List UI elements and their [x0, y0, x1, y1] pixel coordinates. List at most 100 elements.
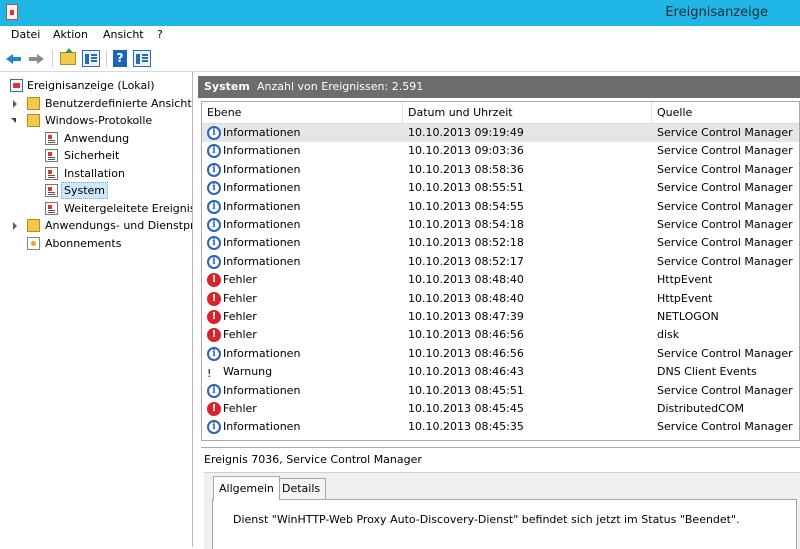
cell-datetime: 10.10.2013 08:55:51: [408, 181, 524, 195]
cell-level: Informationen: [223, 420, 301, 434]
menu-ansicht[interactable]: Ansicht: [103, 28, 144, 41]
table-row[interactable]: ! Warnung 10.10.2013 08:46:43 DNS Client Ev…: [202, 363, 799, 381]
table-row[interactable]: i Informationen 10.10.2013 08:45:51 Service…: [202, 382, 799, 400]
subscription-icon: [27, 237, 40, 250]
cell-source: Service Control Manager: [657, 236, 793, 250]
toolbar-separator: [106, 50, 107, 67]
cell-level: Informationen: [223, 218, 301, 231]
table-row[interactable]: i Informationen 10.10.2013 09:19:49 Service…: [202, 124, 799, 142]
cell-datetime: 10.10.2013 08:52:18: [408, 236, 524, 250]
tree-label: Anwendung: [64, 132, 130, 145]
tree-label: Windows-Protokolle: [45, 114, 153, 127]
cell-datetime: 10.10.2013 08:54:55: [408, 199, 524, 213]
cell-source: Service Control Manager: [657, 199, 793, 213]
menu-datei[interactable]: Datei: [11, 28, 40, 41]
cell-datetime: 10.10.2013 08:45:45: [408, 402, 524, 415]
up-folder-icon[interactable]: [60, 48, 76, 65]
error-icon: !: [207, 402, 221, 416]
tree-item-installation[interactable]: Installation: [0, 165, 192, 182]
back-arrow-icon[interactable]: [5, 50, 23, 67]
table-row[interactable]: ! Fehler 10.10.2013 08:45:45 DistributedCOM: [202, 400, 799, 418]
log-header-bar: System Anzahl von Ereignissen: 2.591: [198, 76, 800, 98]
menu-help[interactable]: ?: [157, 28, 163, 41]
event-count: Anzahl von Ereignissen: 2.591: [257, 80, 424, 93]
cell-source: Service Control Manager: [657, 218, 793, 231]
event-details-pane: Ereignis 7036, Service Control Manager A…: [201, 447, 800, 549]
event-list-header: Ebene Datum und Uhrzeit Quelle: [202, 102, 799, 124]
show-hide-action-pane-icon[interactable]: [133, 50, 151, 67]
cell-level: Informationen: [223, 383, 301, 397]
cell-source: Service Control Manager: [657, 126, 793, 139]
table-row[interactable]: i Informationen 10.10.2013 09:03:36 Service…: [202, 142, 799, 160]
cell-level: Informationen: [223, 126, 301, 139]
tree-item-sicherheit[interactable]: Sicherheit: [0, 147, 192, 164]
table-row[interactable]: i Informationen 10.10.2013 08:45:35 Service…: [202, 418, 799, 436]
table-row[interactable]: i Informationen 10.10.2013 08:52:18 Service…: [202, 234, 799, 252]
cell-source: NETLOGON: [657, 310, 719, 323]
table-row[interactable]: i Informationen 10.10.2013 08:46:56 Service…: [202, 345, 799, 363]
info-icon: i: [207, 254, 221, 269]
log-icon: [45, 149, 58, 162]
event-description-box[interactable]: Dienst "WinHTTP-Web Proxy Auto-Discovery…: [212, 499, 797, 549]
tree-item-windows-logs[interactable]: Windows-Protokolle: [0, 112, 192, 129]
column-header-source[interactable]: Quelle: [652, 102, 799, 123]
cell-datetime: 10.10.2013 08:52:17: [408, 254, 524, 268]
cell-source: Service Control Manager: [657, 181, 793, 195]
tree-label-selected: System: [61, 182, 109, 199]
tree-item-subscriptions[interactable]: Abonnements: [0, 235, 192, 252]
expand-arrow-icon[interactable]: [11, 95, 20, 112]
table-row[interactable]: i Informationen 10.10.2013 08:58:36 Service…: [202, 161, 799, 179]
cell-level: Fehler: [223, 402, 257, 415]
cell-source: disk: [657, 328, 680, 342]
cell-datetime: 10.10.2013 09:19:49: [408, 126, 524, 139]
error-icon: !: [207, 310, 221, 324]
tree-label: Installation: [64, 167, 125, 180]
info-icon: i: [207, 162, 221, 177]
cell-datetime: 10.10.2013 08:46:43: [408, 365, 524, 379]
cell-source: Service Control Manager: [657, 144, 793, 158]
tree-item-root[interactable]: Ereignisanzeige (Lokal): [0, 77, 192, 94]
folder-icon: [27, 97, 40, 110]
column-header-level[interactable]: Ebene: [202, 102, 403, 123]
table-row[interactable]: ! Fehler 10.10.2013 08:48:40 HttpEvent: [202, 290, 799, 308]
table-row[interactable]: i Informationen 10.10.2013 08:55:51 Service…: [202, 179, 799, 197]
content-pane: System Anzahl von Ereignissen: 2.591 Ebe…: [198, 72, 800, 549]
expand-arrow-icon[interactable]: [11, 217, 20, 234]
log-name: System: [204, 80, 250, 93]
table-row[interactable]: i Informationen 10.10.2013 08:52:17 Service…: [202, 253, 799, 271]
error-icon: !: [207, 273, 221, 288]
menu-aktion[interactable]: Aktion: [53, 28, 88, 41]
cell-level: Fehler: [223, 328, 257, 342]
collapse-arrow-icon[interactable]: [10, 112, 19, 129]
cell-level: Informationen: [223, 199, 301, 213]
tab-allgemein[interactable]: Allgemein: [213, 476, 280, 500]
cell-level: Fehler: [223, 273, 257, 287]
help-icon[interactable]: ?: [113, 50, 127, 67]
cell-level: Informationen: [223, 144, 301, 158]
table-row[interactable]: ! Fehler 10.10.2013 08:48:40 HttpEvent: [202, 271, 799, 289]
tree-item-system[interactable]: System: [0, 182, 192, 199]
show-hide-tree-icon[interactable]: [82, 50, 100, 67]
table-row[interactable]: i Informationen 10.10.2013 08:54:55 Service…: [202, 198, 799, 216]
cell-source: Service Control Manager: [657, 346, 793, 360]
table-row[interactable]: i Informationen 10.10.2013 08:54:18 Service…: [202, 216, 799, 234]
tree-item-anwendung[interactable]: Anwendung: [0, 130, 192, 147]
table-row[interactable]: ! Fehler 10.10.2013 08:47:39 NETLOGON: [202, 308, 799, 326]
forward-arrow-icon[interactable]: [27, 50, 45, 67]
cell-source: DNS Client Events: [657, 365, 757, 379]
tab-details[interactable]: Details: [276, 478, 327, 499]
column-header-datetime[interactable]: Datum und Uhrzeit: [403, 102, 652, 123]
tree-item-app-service-logs[interactable]: Anwendungs- und Dienstprotokolle: [0, 217, 192, 234]
tree-label: Sicherheit: [64, 149, 120, 162]
tree-item-custom-views[interactable]: Benutzerdefinierte Ansichten: [0, 95, 192, 112]
cell-level: Informationen: [223, 254, 301, 268]
cell-level: Informationen: [223, 181, 301, 195]
cell-datetime: 10.10.2013 08:48:40: [408, 291, 524, 305]
cell-source: Service Control Manager: [657, 383, 793, 397]
title-bar: Ereignisanzeige: [0, 0, 800, 26]
table-row[interactable]: ! Fehler 10.10.2013 08:46:56 disk: [202, 326, 799, 344]
cell-source: HttpEvent: [657, 273, 713, 287]
cell-datetime: 10.10.2013 08:45:35: [408, 420, 524, 434]
info-icon: i: [207, 126, 221, 140]
tree-item-forwarded-events[interactable]: Weitergeleitete Ereignisse: [0, 200, 192, 217]
